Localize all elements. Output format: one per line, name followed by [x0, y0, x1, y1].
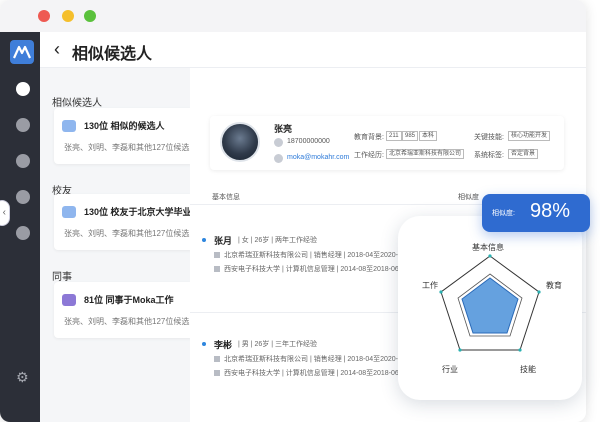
work-tag: 北京希瑞亚斯科技有限公司	[386, 149, 465, 159]
radar-vertex	[488, 254, 492, 258]
graduation-cap-icon	[214, 370, 220, 377]
edu-tag: 211	[386, 131, 402, 141]
profile-phone: 18700000000	[287, 138, 330, 145]
avatar	[220, 122, 260, 162]
mail-icon	[274, 154, 283, 163]
system-tag-label: 系统标签:	[474, 152, 504, 159]
radar-chart-card: 基本信息 教育 技能 行业 工作	[398, 216, 582, 400]
similarity-value: 98%	[530, 200, 571, 222]
radar-axis-label: 技能	[520, 365, 536, 374]
graduation-cap-icon	[62, 206, 76, 218]
candidate-education: 西安电子科技大学 | 计算机信息管理 | 2014-08至2018-06	[214, 264, 399, 274]
card-subtitle: 张亮、刘明、李磊和其他127位候选人	[64, 317, 198, 326]
work-label: 工作经历:	[354, 152, 384, 159]
candidate-meta: | 男 | 26岁 | 三年工作经验	[238, 341, 317, 348]
candidate-work: 北京希瑞亚斯科技有限公司 | 销售经理 | 2018-04至2020-06	[214, 354, 406, 364]
card-subtitle: 张亮、刘明、李磊和其他127位候选人	[64, 143, 198, 152]
sidebar-item-2[interactable]	[16, 118, 30, 132]
section-colleagues-label: 同事	[52, 272, 72, 283]
briefcase-icon	[62, 294, 76, 306]
gear-icon[interactable]: ⚙	[16, 370, 29, 384]
card-title: 81位 同事于Moka工作	[84, 295, 174, 305]
sidebar: ⚙	[0, 32, 40, 422]
alumni-card[interactable]: 130位 校友于北京大学毕业 张亮、刘明、李磊和其他127位候选人	[54, 194, 198, 250]
skill-tag: 核心功能开发	[508, 131, 551, 141]
sidebar-item-3[interactable]	[16, 154, 30, 168]
radar-vertex	[537, 290, 541, 294]
radar-vertex	[458, 348, 462, 352]
skill-label: 关键技能:	[474, 134, 504, 141]
edu-tag: 本科	[419, 131, 438, 141]
candidate-work: 北京希瑞亚斯科技有限公司 | 销售经理 | 2018-04至2020-0	[214, 250, 402, 260]
similarity-badge: 相似度: 98%	[482, 194, 590, 232]
column-basic-info: 基本信息	[212, 194, 240, 201]
profile-name: 张亮	[274, 124, 293, 134]
similar-candidates-card[interactable]: 130位 相似的候选人 张亮、刘明、李磊和其他127位候选人	[54, 108, 198, 164]
radar-vertex	[439, 290, 443, 294]
card-subtitle: 张亮、刘明、李磊和其他127位候选人	[64, 229, 198, 238]
building-icon	[214, 252, 220, 259]
radar-vertex	[518, 348, 522, 352]
sidebar-item-4[interactable]	[16, 190, 30, 204]
radar-value-area	[461, 277, 519, 334]
chevron-left-icon[interactable]: ‹	[54, 40, 60, 58]
edu-tag: 985	[402, 131, 419, 141]
candidate-name: 张月	[214, 236, 233, 246]
phone-icon	[274, 138, 283, 147]
candidate-meta: | 女 | 26岁 | 两年工作经验	[238, 237, 317, 244]
page-header: ‹ 相似候选人	[40, 32, 586, 68]
section-similar-label: 相似候选人	[52, 98, 102, 109]
radar-axis-label: 教育	[546, 281, 562, 290]
candidate-education: 西安电子科技大学 | 计算机信息管理 | 2014-08至2018-06	[214, 368, 399, 378]
radar-axis-label: 工作	[422, 281, 438, 290]
bullet-icon	[202, 342, 206, 346]
card-title: 130位 相似的候选人	[84, 121, 165, 131]
colleagues-card[interactable]: 81位 同事于Moka工作 张亮、刘明、李磊和其他127位候选人	[54, 282, 198, 338]
edu-label: 教育背景:	[354, 134, 384, 141]
profile-card[interactable]: 张亮 18700000000 moka@mokahr.com 教育背景: 211…	[210, 116, 564, 170]
title-bar	[0, 0, 586, 32]
minimize-window-button[interactable]	[62, 10, 74, 22]
maximize-window-button[interactable]	[84, 10, 96, 22]
system-tag: 否定背景	[508, 149, 539, 159]
column-similarity: 相似度	[458, 194, 479, 201]
chevron-left-icon[interactable]: ‹	[0, 200, 10, 226]
profile-email[interactable]: moka@mokahr.com	[287, 154, 349, 161]
similarity-label: 相似度:	[492, 210, 515, 217]
graduation-cap-icon	[214, 266, 220, 273]
people-icon	[62, 120, 76, 132]
sidebar-item-1[interactable]	[16, 82, 30, 96]
building-icon	[214, 356, 220, 363]
close-window-button[interactable]	[38, 10, 50, 22]
radar-axis-label: 行业	[442, 365, 458, 374]
sidebar-item-5[interactable]	[16, 226, 30, 240]
moka-logo-icon[interactable]	[10, 40, 34, 64]
radar-axis-label: 基本信息	[472, 243, 504, 252]
card-title: 130位 校友于北京大学毕业	[84, 207, 192, 217]
bullet-icon	[202, 238, 206, 242]
candidate-name: 李彬	[214, 340, 233, 350]
page-title: 相似候选人	[72, 46, 153, 63]
